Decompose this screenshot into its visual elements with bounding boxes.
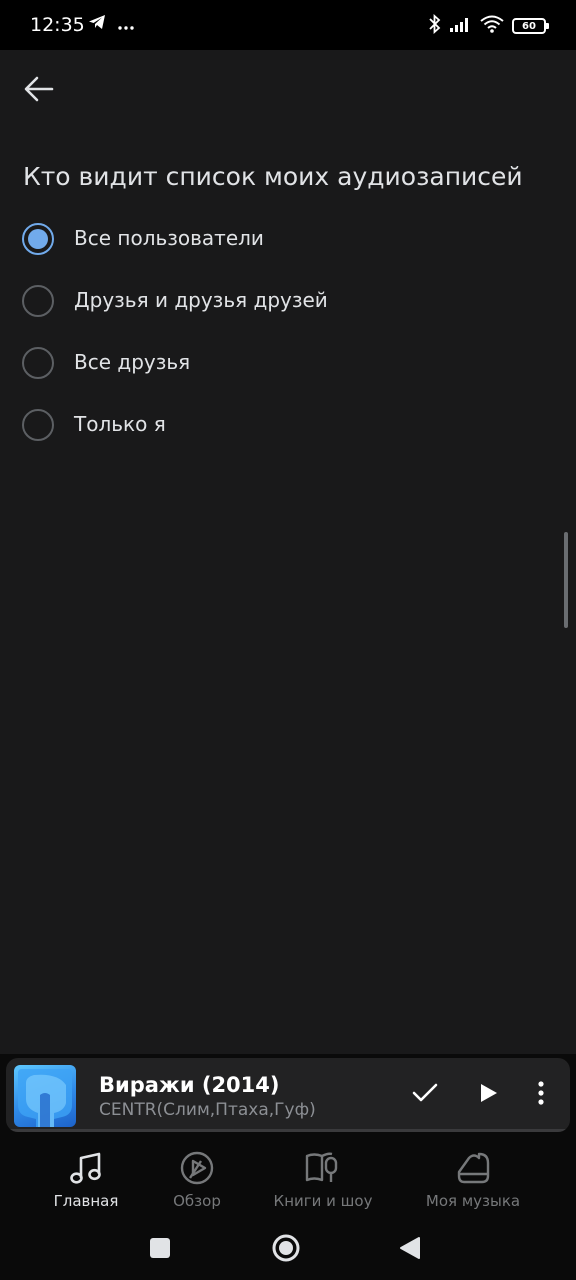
status-time: 12:35 — [30, 14, 85, 36]
bottom-nav: Главная Обзор Книги и шоу Моя музыка — [0, 1138, 576, 1220]
home-circle-icon — [271, 1233, 301, 1267]
telegram-icon — [88, 14, 106, 34]
recents-button[interactable] — [140, 1230, 180, 1270]
book-mic-icon — [303, 1148, 343, 1188]
battery-icon: 60 — [512, 18, 549, 34]
play-icon — [480, 1083, 498, 1107]
option-all-users[interactable]: Все пользователи — [0, 208, 576, 270]
nav-item-explore[interactable]: Обзор — [165, 1148, 229, 1216]
nav-label: Обзор — [173, 1192, 221, 1210]
check-icon — [412, 1083, 438, 1107]
nav-item-home[interactable]: Главная — [52, 1148, 120, 1216]
player-area: Виражи (2014) CENTR(Слим,Птаха,Гуф) — [0, 1054, 576, 1138]
wifi-icon — [480, 15, 504, 37]
play-button[interactable] — [470, 1076, 508, 1114]
option-only-me[interactable]: Только я — [0, 394, 576, 456]
status-bar: 12:35 60 — [0, 0, 576, 50]
more-options-button[interactable] — [522, 1076, 560, 1114]
option-all-friends[interactable]: Все друзья — [0, 332, 576, 394]
radio-unchecked-icon[interactable] — [22, 285, 54, 317]
nav-label: Книги и шоу — [273, 1192, 373, 1210]
added-check-button[interactable] — [406, 1076, 444, 1114]
nav-label: Моя музыка — [425, 1192, 521, 1210]
track-title: Виражи (2014) — [99, 1073, 280, 1097]
system-nav-bar — [0, 1220, 576, 1280]
screen: 12:35 60 Кто видит список моих аудиозапи… — [0, 0, 576, 1280]
square-icon — [149, 1237, 171, 1263]
back-button[interactable] — [20, 72, 58, 110]
nav-item-my-music[interactable]: Моя музыка — [421, 1148, 525, 1216]
option-label: Только я — [74, 412, 166, 436]
album-cover — [14, 1065, 76, 1127]
track-artist: CENTR(Слим,Птаха,Гуф) — [99, 1100, 316, 1120]
status-left-icons — [88, 14, 134, 34]
more-vertical-icon — [538, 1081, 544, 1109]
my-music-icon — [453, 1148, 493, 1188]
bluetooth-icon — [428, 13, 442, 38]
explore-icon — [177, 1148, 217, 1188]
radio-unchecked-icon[interactable] — [22, 409, 54, 441]
mini-player[interactable]: Виражи (2014) CENTR(Слим,Птаха,Гуф) — [6, 1058, 570, 1132]
settings-content: Кто видит список моих аудиозаписей Все п… — [0, 50, 576, 1054]
radio-checked-icon[interactable] — [22, 223, 54, 255]
home-button[interactable] — [266, 1230, 306, 1270]
nav-item-books-shows[interactable]: Книги и шоу — [272, 1148, 374, 1216]
triangle-back-icon — [399, 1236, 421, 1264]
more-dots-icon — [118, 15, 134, 34]
back-nav-button[interactable] — [390, 1230, 430, 1270]
option-label: Друзья и друзья друзей — [74, 288, 328, 312]
status-right-icons: 60 — [428, 13, 549, 38]
page-title: Кто видит список моих аудиозаписей — [23, 162, 523, 191]
nav-label: Главная — [53, 1192, 119, 1210]
signal-icon — [450, 16, 472, 36]
privacy-options: Все пользователи Друзья и друзья друзей … — [0, 208, 576, 456]
option-friends-of-friends[interactable]: Друзья и друзья друзей — [0, 270, 576, 332]
arrow-left-icon — [24, 76, 54, 106]
radio-unchecked-icon[interactable] — [22, 347, 54, 379]
music-note-icon — [66, 1148, 106, 1188]
option-label: Все пользователи — [74, 226, 264, 250]
battery-level: 60 — [522, 20, 536, 32]
scrollbar-thumb[interactable] — [564, 532, 568, 628]
option-label: Все друзья — [74, 350, 191, 374]
